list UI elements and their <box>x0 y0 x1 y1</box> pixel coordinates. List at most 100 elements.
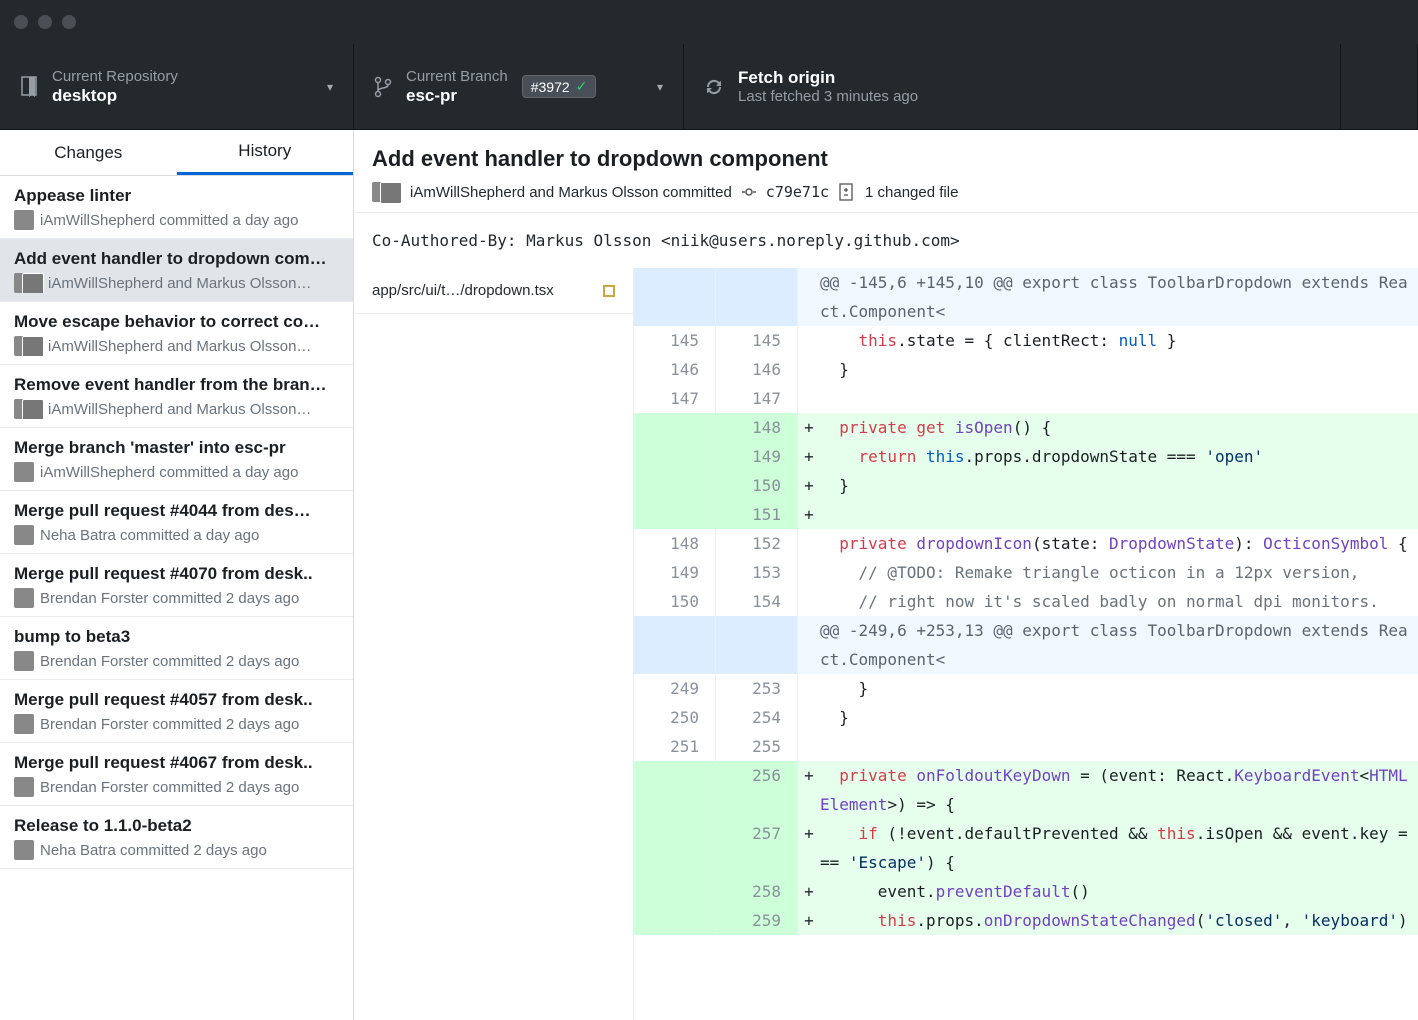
diff-row: 258+ event.preventDefault() <box>634 877 1418 906</box>
commit-meta: iAmWillShepherd committed a day ago <box>40 212 298 229</box>
commit-item[interactable]: Merge pull request #4044 from des… Neha … <box>0 491 353 554</box>
modified-icon <box>603 285 615 297</box>
diff-row: 150154 // right now it's scaled badly on… <box>634 587 1418 616</box>
commit-item[interactable]: Release to 1.1.0-beta2 Neha Batra commit… <box>0 806 353 869</box>
commit-title: Release to 1.1.0-beta2 <box>14 816 339 836</box>
commit-title: Merge pull request #4067 from desk.. <box>14 753 339 773</box>
check-icon: ✓ <box>576 78 588 95</box>
line-new: 255 <box>716 732 798 761</box>
file-path: app/src/ui/t…/dropdown.tsx <box>372 282 554 299</box>
commit-item[interactable]: Remove event handler from the bran… iAmW… <box>0 365 353 428</box>
detail-sha: c79e71c <box>766 183 829 201</box>
branch-switcher[interactable]: Current Branch esc-pr #3972 ✓ ▾ <box>354 44 684 129</box>
diff-code: @@ -249,6 +253,13 @@ export class Toolba… <box>820 616 1418 674</box>
diff-row: 147147 <box>634 384 1418 413</box>
commit-avatar <box>14 399 42 419</box>
traffic-light-max[interactable] <box>62 15 76 29</box>
commit-avatar <box>14 462 34 482</box>
diff-code: private dropdownIcon(state: DropdownStat… <box>820 529 1418 558</box>
commit-list[interactable]: Appease linter iAmWillShepherd committed… <box>0 176 353 1020</box>
line-old <box>634 906 716 935</box>
line-new: 154 <box>716 587 798 616</box>
diff-row: @@ -145,6 +145,10 @@ export class Toolba… <box>634 268 1418 326</box>
fetch-button[interactable]: Fetch origin Last fetched 3 minutes ago <box>684 44 1340 129</box>
diff-code: } <box>820 703 1418 732</box>
line-new: 147 <box>716 384 798 413</box>
branch-value: esc-pr <box>406 86 508 106</box>
diff-sign <box>798 558 820 587</box>
line-new: 145 <box>716 326 798 355</box>
line-new: 149 <box>716 442 798 471</box>
diff-sign <box>798 268 820 326</box>
diff-code: @@ -145,6 +145,10 @@ export class Toolba… <box>820 268 1418 326</box>
branch-label: Current Branch <box>406 68 508 86</box>
tab-changes[interactable]: Changes <box>0 130 177 175</box>
diff-sign: + <box>798 500 820 529</box>
commit-avatar <box>14 588 34 608</box>
commit-avatar <box>14 273 42 293</box>
diff-sign: + <box>798 877 820 906</box>
commit-title: Merge pull request #4057 from desk.. <box>14 690 339 710</box>
diff-code: return this.props.dropdownState === 'ope… <box>820 442 1418 471</box>
repo-switcher[interactable]: Current Repository desktop ▾ <box>0 44 354 129</box>
commit-item[interactable]: Merge pull request #4070 from desk.. Bre… <box>0 554 353 617</box>
diff-row: 145145 this.state = { clientRect: null } <box>634 326 1418 355</box>
commit-title: Merge pull request #4070 from desk.. <box>14 564 339 584</box>
traffic-light-min[interactable] <box>38 15 52 29</box>
commit-detail: Add event handler to dropdown component … <box>354 130 1418 1020</box>
file-item[interactable]: app/src/ui/t…/dropdown.tsx <box>354 268 633 314</box>
diff-sign <box>798 703 820 732</box>
diff-row: 148152 private dropdownIcon(state: Dropd… <box>634 529 1418 558</box>
line-old: 145 <box>634 326 716 355</box>
commit-item[interactable]: Merge pull request #4067 from desk.. Bre… <box>0 743 353 806</box>
diff-sign <box>798 384 820 413</box>
commit-title: Remove event handler from the bran… <box>14 375 339 395</box>
diff-sign <box>798 326 820 355</box>
commit-meta: iAmWillShepherd committed a day ago <box>40 464 298 481</box>
commit-avatar <box>14 777 34 797</box>
commit-avatar <box>14 651 34 671</box>
diff-sign: + <box>798 819 820 877</box>
commit-title: Move escape behavior to correct co… <box>14 312 339 332</box>
commit-avatar <box>14 525 34 545</box>
commit-meta: Neha Batra committed 2 days ago <box>40 842 267 859</box>
commit-item[interactable]: Appease linter iAmWillShepherd committed… <box>0 176 353 239</box>
commit-meta: iAmWillShepherd and Markus Olsson… <box>48 275 311 292</box>
commit-item[interactable]: Merge branch 'master' into esc-pr iAmWil… <box>0 428 353 491</box>
diff-sign: + <box>798 413 820 442</box>
line-old: 249 <box>634 674 716 703</box>
line-old <box>634 761 716 819</box>
diff-code: } <box>820 355 1418 384</box>
diff-row: 249253 } <box>634 674 1418 703</box>
commit-item[interactable]: Add event handler to dropdown com… iAmWi… <box>0 239 353 302</box>
commit-title: Merge branch 'master' into esc-pr <box>14 438 339 458</box>
sidebar: Changes History Appease linter iAmWillSh… <box>0 130 354 1020</box>
diff-code: private onFoldoutKeyDown = (event: React… <box>820 761 1418 819</box>
diff-sign <box>798 616 820 674</box>
diff-view[interactable]: @@ -145,6 +145,10 @@ export class Toolba… <box>634 268 1418 1020</box>
line-old <box>634 471 716 500</box>
pr-badge[interactable]: #3972 ✓ <box>522 75 597 98</box>
diff-sign <box>798 587 820 616</box>
commit-item[interactable]: Merge pull request #4057 from desk.. Bre… <box>0 680 353 743</box>
diff-row: 150+ } <box>634 471 1418 500</box>
diff-row: 257+ if (!event.defaultPrevented && this… <box>634 819 1418 877</box>
line-old: 147 <box>634 384 716 413</box>
line-old <box>634 500 716 529</box>
commit-item[interactable]: bump to beta3 Brendan Forster committed … <box>0 617 353 680</box>
caret-down-icon: ▾ <box>327 80 333 94</box>
fetch-label: Fetch origin <box>738 68 918 88</box>
commit-item[interactable]: Move escape behavior to correct co… iAmW… <box>0 302 353 365</box>
traffic-light-close[interactable] <box>14 15 28 29</box>
detail-authors: iAmWillShepherd and Markus Olsson commit… <box>410 184 732 201</box>
line-new: 254 <box>716 703 798 732</box>
line-old <box>634 819 716 877</box>
file-list: app/src/ui/t…/dropdown.tsx <box>354 268 634 1020</box>
commit-meta: iAmWillShepherd and Markus Olsson… <box>48 338 311 355</box>
line-old: 251 <box>634 732 716 761</box>
line-old: 146 <box>634 355 716 384</box>
diff-row: 259+ this.props.onDropdownStateChanged('… <box>634 906 1418 935</box>
repo-value: desktop <box>52 86 178 106</box>
tab-history[interactable]: History <box>177 130 354 175</box>
line-old <box>634 442 716 471</box>
